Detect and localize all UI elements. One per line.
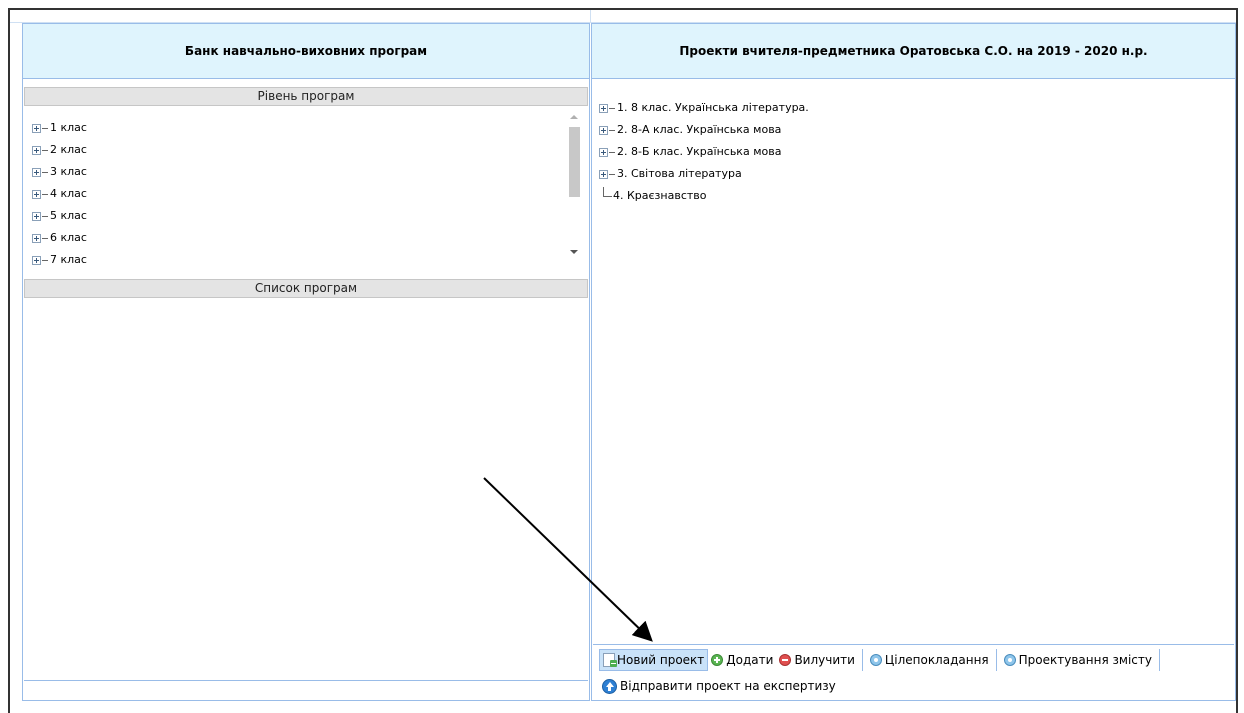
- gear-icon: [1003, 654, 1016, 666]
- app-frame: Банк навчально-виховних програм Рівень п…: [8, 8, 1238, 713]
- program-levels-header: Рівень програм: [24, 87, 588, 106]
- scroll-down-icon[interactable]: [566, 247, 582, 257]
- tree-item-level-2[interactable]: 2 клас: [32, 140, 87, 160]
- remove-button[interactable]: Вилучити: [776, 649, 857, 671]
- scrollbar-thumb[interactable]: [569, 127, 580, 197]
- projects-toolbar: Новий проект Додати Вилучити Цілепоклада…: [593, 644, 1234, 700]
- tree-item-label: 2. 8-А клас. Українська мова: [617, 123, 782, 136]
- expand-icon[interactable]: [32, 167, 41, 177]
- expand-icon[interactable]: [32, 233, 41, 243]
- expand-icon[interactable]: [32, 189, 41, 199]
- expand-icon[interactable]: [32, 211, 41, 221]
- tree-item-label: 2 клас: [50, 143, 87, 156]
- tree-item-project-3[interactable]: 2. 8-Б клас. Українська мова: [599, 142, 781, 162]
- expand-icon[interactable]: [32, 255, 41, 265]
- toolbar-separator: [1158, 649, 1160, 671]
- tree-item-label: 3 клас: [50, 165, 87, 178]
- tree-item-label: 2. 8-Б клас. Українська мова: [617, 145, 782, 158]
- new-document-icon: [603, 653, 617, 667]
- program-levels-tree: 1 клас 2 клас 3 клас 4 клас 5 клас 6 кла…: [24, 107, 588, 275]
- new-project-label: Новий проект: [617, 653, 705, 667]
- tree-item-label: 3. Світова література: [617, 167, 742, 180]
- content-design-label: Проектування змісту: [1018, 653, 1152, 667]
- program-bank-panel: Банк навчально-виховних програм Рівень п…: [22, 23, 590, 701]
- send-for-review-button[interactable]: Відправити проект на експертизу: [599, 675, 839, 697]
- send-for-review-label: Відправити проект на експертизу: [620, 679, 836, 693]
- expand-icon[interactable]: [32, 123, 41, 133]
- tree-item-label: 6 клас: [50, 231, 87, 244]
- tree-item-label: 4. Краєзнавство: [613, 189, 707, 202]
- tree-item-level-7[interactable]: 7 клас: [32, 250, 87, 270]
- tree-item-project-4[interactable]: 3. Світова література: [599, 164, 742, 184]
- tree-item-label: 1 клас: [50, 121, 87, 134]
- tree-item-level-6[interactable]: 6 клас: [32, 228, 87, 248]
- program-list: [24, 299, 588, 679]
- new-project-button[interactable]: Новий проект: [599, 649, 709, 671]
- toolbar-separator: [995, 649, 997, 671]
- gear-icon: [869, 654, 882, 666]
- add-label: Додати: [726, 653, 774, 667]
- remove-circle-icon: [779, 654, 792, 666]
- toolbar-row-1: Новий проект Додати Вилучити Цілепоклада…: [599, 648, 1164, 672]
- upload-arrow-icon: [602, 678, 617, 694]
- tree-item-project-2[interactable]: 2. 8-А клас. Українська мова: [599, 120, 781, 140]
- toolbar-row-2: Відправити проект на експертизу: [599, 674, 839, 698]
- projects-tree: 1. 8 клас. Українська література. 2. 8-А…: [593, 90, 1234, 230]
- add-button[interactable]: Додати: [708, 649, 776, 671]
- tree-item-level-3[interactable]: 3 клас: [32, 162, 87, 182]
- projects-panel: Проекти вчителя-предметника Оратовська С…: [591, 23, 1236, 701]
- remove-label: Вилучити: [794, 653, 855, 667]
- expand-icon[interactable]: [599, 103, 608, 113]
- tree-item-label: 4 клас: [50, 187, 87, 200]
- add-circle-icon: [711, 654, 724, 666]
- content-design-button[interactable]: Проектування змісту: [1001, 649, 1155, 671]
- tree-leaf-connector: [603, 187, 612, 197]
- tree-item-label: 7 клас: [50, 253, 87, 266]
- program-list-header: Список програм: [24, 279, 588, 298]
- expand-icon[interactable]: [599, 125, 608, 135]
- tree-item-level-5[interactable]: 5 клас: [32, 206, 87, 226]
- column-divider: [590, 10, 591, 22]
- expand-icon[interactable]: [32, 145, 41, 155]
- tree-item-label: 1. 8 клас. Українська література.: [617, 101, 809, 114]
- expand-icon[interactable]: [599, 147, 608, 157]
- goal-setting-button[interactable]: Цілепокладання: [867, 649, 992, 671]
- projects-title: Проекти вчителя-предметника Оратовська С…: [592, 24, 1235, 79]
- tree-item-label: 5 клас: [50, 209, 87, 222]
- tree-item-level-4[interactable]: 4 клас: [32, 184, 87, 204]
- tree-item-project-5[interactable]: 4. Краєзнавство: [599, 186, 707, 206]
- toolbar-separator: [861, 649, 863, 671]
- tree-item-level-1[interactable]: 1 клас: [32, 118, 87, 138]
- scroll-up-icon[interactable]: [566, 112, 582, 122]
- program-bank-title: Банк навчально-виховних програм: [23, 24, 589, 79]
- levels-scrollbar[interactable]: [566, 109, 582, 259]
- left-panel-footer-line: [24, 680, 588, 681]
- goal-setting-label: Цілепокладання: [884, 653, 989, 667]
- tree-item-project-1[interactable]: 1. 8 клас. Українська література.: [599, 98, 809, 118]
- expand-icon[interactable]: [599, 169, 608, 179]
